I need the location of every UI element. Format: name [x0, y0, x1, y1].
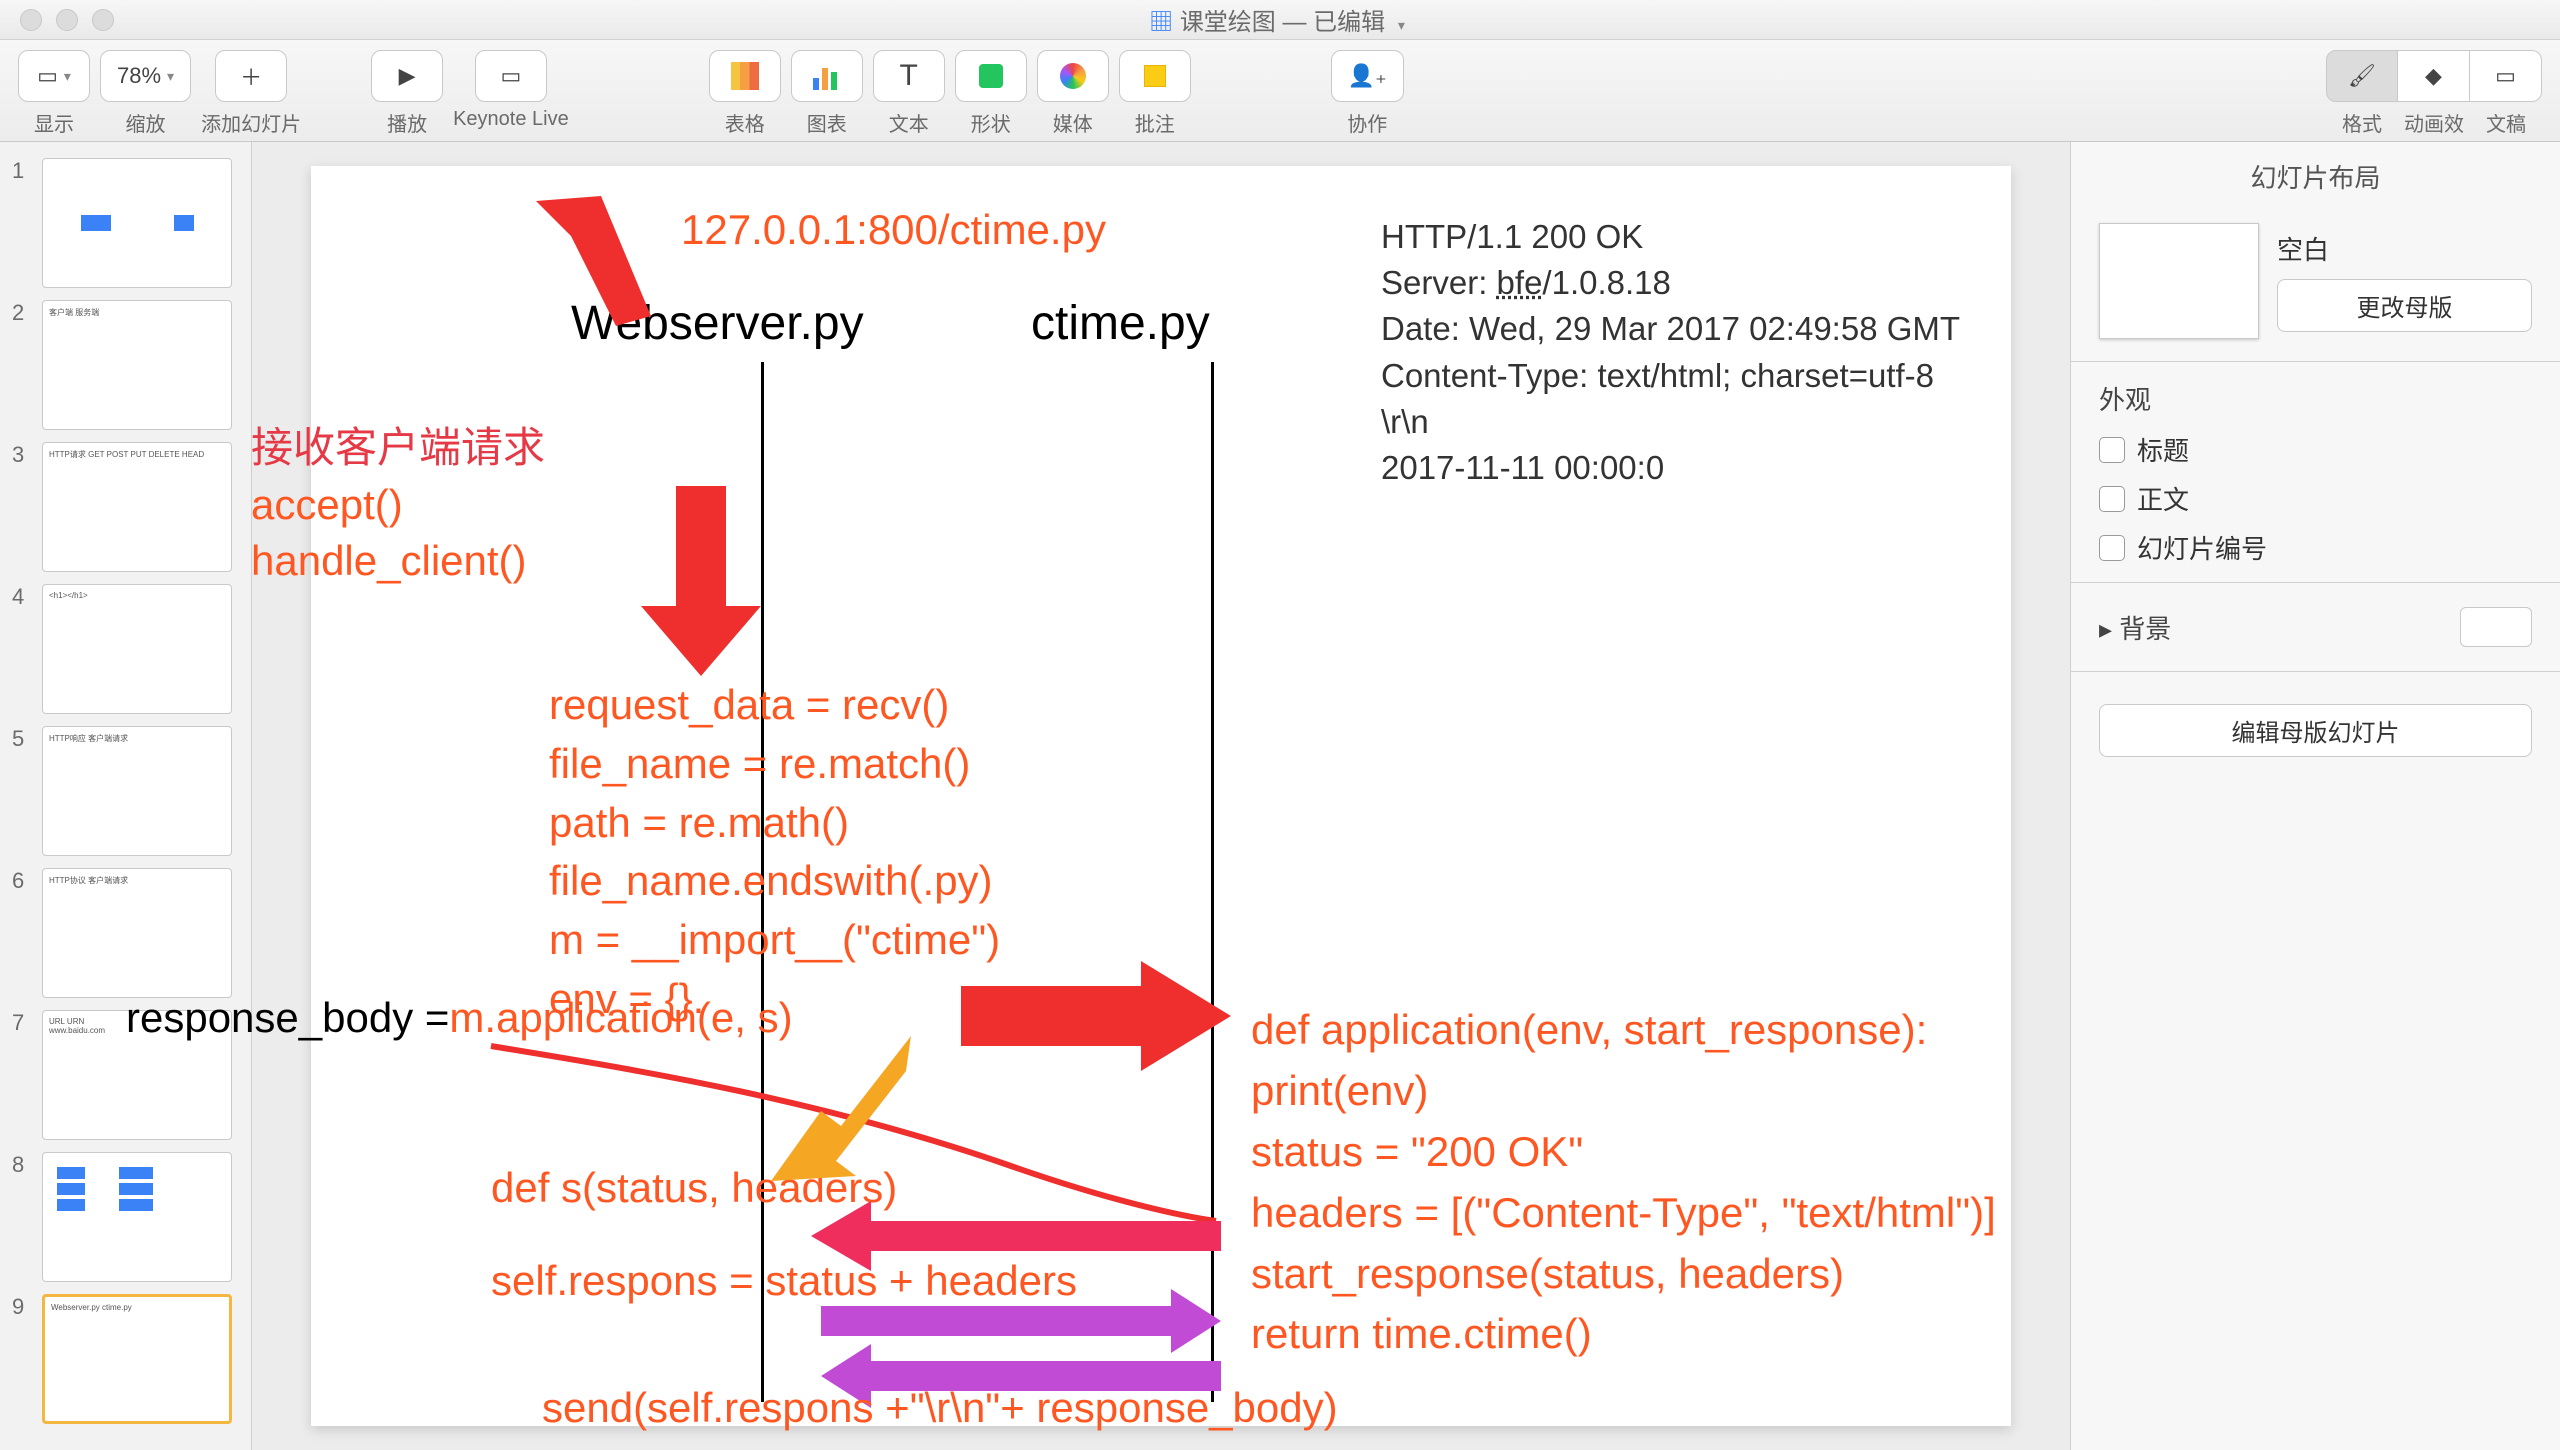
file-left: Webserver.py	[571, 296, 864, 351]
shape-label: 形状	[971, 108, 1011, 137]
text-button[interactable]: T	[873, 50, 945, 102]
thumb-6[interactable]: 6HTTP协议 客户端请求	[0, 862, 251, 1004]
thumb-5[interactable]: 5HTTP响应 客户端请求	[0, 720, 251, 862]
slidenum-checkbox[interactable]	[2099, 535, 2125, 561]
view-label: 显示	[34, 108, 74, 137]
animate-tab[interactable]: ◆	[2398, 50, 2470, 102]
photos-icon	[1060, 63, 1086, 89]
table-icon	[731, 62, 759, 90]
collab-label: 协作	[1347, 108, 1387, 137]
thumb-9[interactable]: 9Webserver.py ctime.py	[0, 1288, 251, 1430]
comment-button[interactable]	[1119, 50, 1191, 102]
thumb-3[interactable]: 3HTTP请求 GET POST PUT DELETE HEAD	[0, 436, 251, 578]
keynote-live-button[interactable]: ▭	[475, 50, 547, 102]
title-dropdown-icon[interactable]	[1398, 9, 1405, 36]
doc-status: 已编辑	[1313, 9, 1385, 36]
media-button[interactable]	[1037, 50, 1109, 102]
doc-icon: ▦	[1149, 9, 1173, 36]
edit-master-button[interactable]: 编辑母版幻灯片	[2099, 704, 2532, 757]
http-response-block: HTTP/1.1 200 OK Server: bfe/1.0.8.18 Dat…	[1381, 214, 1960, 491]
inspector-panel: 幻灯片布局 空白 更改母版 外观 标题 正文 幻灯片编号 ▸ 背景 编辑母版幻灯…	[2070, 142, 2560, 1450]
zoom-button[interactable]: 78%	[100, 50, 191, 102]
master-name: 空白	[2277, 230, 2532, 267]
add-slide-label: 添加幻灯片	[201, 108, 301, 137]
doc-name: 课堂绘图	[1180, 9, 1276, 36]
title-checkbox-label: 标题	[2137, 431, 2189, 468]
shape-button[interactable]	[955, 50, 1027, 102]
slide-canvas[interactable]: 127.0.0.1:800/ctime.py Webserver.py ctim…	[252, 142, 2070, 1450]
document-tab[interactable]: ▭	[2470, 50, 2542, 102]
change-master-button[interactable]: 更改母版	[2277, 279, 2532, 332]
play-label: 播放	[387, 108, 427, 137]
def-s-block: def s(status, headers) self.respons = st…	[491, 1156, 1077, 1312]
chart-button[interactable]	[791, 50, 863, 102]
zoom-label: 缩放	[126, 108, 166, 137]
table-button[interactable]	[709, 50, 781, 102]
body-checkbox[interactable]	[2099, 486, 2125, 512]
layout-section-title: 幻灯片布局	[2071, 142, 2560, 211]
fullscreen-icon[interactable]	[92, 9, 114, 31]
play-button[interactable]: ▶	[371, 50, 443, 102]
thumb-1[interactable]: 1	[0, 152, 251, 294]
table-label: 表格	[725, 108, 765, 137]
keynote-live-label: Keynote Live	[453, 108, 569, 131]
arrow-call-application	[961, 961, 1231, 1071]
add-slide-button[interactable]: ＋	[215, 50, 287, 102]
send-line: send(self.respons +"\r\n"+ response_body…	[542, 1384, 1338, 1450]
chart-icon	[813, 62, 841, 90]
master-thumbnail[interactable]	[2099, 223, 2259, 339]
main-area: 1 2客户端 服务端 3HTTP请求 GET POST PUT DELETE H…	[0, 142, 2560, 1450]
steps-block: request_data = recv() file_name = re.mat…	[549, 676, 1000, 1029]
close-icon[interactable]	[20, 9, 42, 31]
collab-button[interactable]: 👤₊	[1331, 50, 1404, 102]
accept-block: 接收客户端请求 accept() handle_client()	[251, 420, 545, 590]
titlebar: ▦ 课堂绘图 — 已编辑	[0, 0, 2560, 40]
chart-label: 图表	[807, 108, 847, 137]
thumb-2[interactable]: 2客户端 服务端	[0, 294, 251, 436]
text-label: 文本	[889, 108, 929, 137]
toolbar: ▭ 显示 78% 缩放 ＋ 添加幻灯片 ▶ 播放 ▭ Keynote Live …	[0, 40, 2560, 142]
shape-icon	[979, 64, 1003, 88]
title-checkbox[interactable]	[2099, 437, 2125, 463]
response-body-line: response_body =m.application(e, s)	[126, 994, 793, 1042]
thumb-4[interactable]: 4<h1></h1>	[0, 578, 251, 720]
arrow-accept-down	[641, 486, 761, 676]
body-checkbox-label: 正文	[2137, 480, 2189, 517]
format-tab[interactable]: 🖌	[2326, 50, 2398, 102]
zoom-value: 78%	[117, 63, 161, 89]
minimize-icon[interactable]	[56, 9, 78, 31]
url-text: 127.0.0.1:800/ctime.py	[681, 206, 1106, 254]
background-color-well[interactable]	[2460, 607, 2532, 647]
thumb-8[interactable]: 8	[0, 1146, 251, 1288]
window-title: ▦ 课堂绘图 — 已编辑	[114, 2, 2440, 37]
timeline-right	[1211, 362, 1214, 1402]
comment-label: 批注	[1135, 108, 1175, 137]
slide: 127.0.0.1:800/ctime.py Webserver.py ctim…	[311, 166, 2011, 1426]
media-label: 媒体	[1053, 108, 1093, 137]
slidenum-checkbox-label: 幻灯片编号	[2137, 529, 2267, 566]
file-right: ctime.py	[1031, 296, 1210, 351]
application-block: def application(env, start_response): pr…	[1251, 1000, 1996, 1365]
view-button[interactable]: ▭	[18, 50, 90, 102]
note-icon	[1144, 65, 1166, 87]
background-disclosure[interactable]: ▸ 背景	[2099, 609, 2171, 646]
window-controls	[0, 9, 114, 31]
appearance-label: 外观	[2071, 372, 2560, 425]
slide-navigator[interactable]: 1 2客户端 服务端 3HTTP请求 GET POST PUT DELETE H…	[0, 142, 252, 1450]
